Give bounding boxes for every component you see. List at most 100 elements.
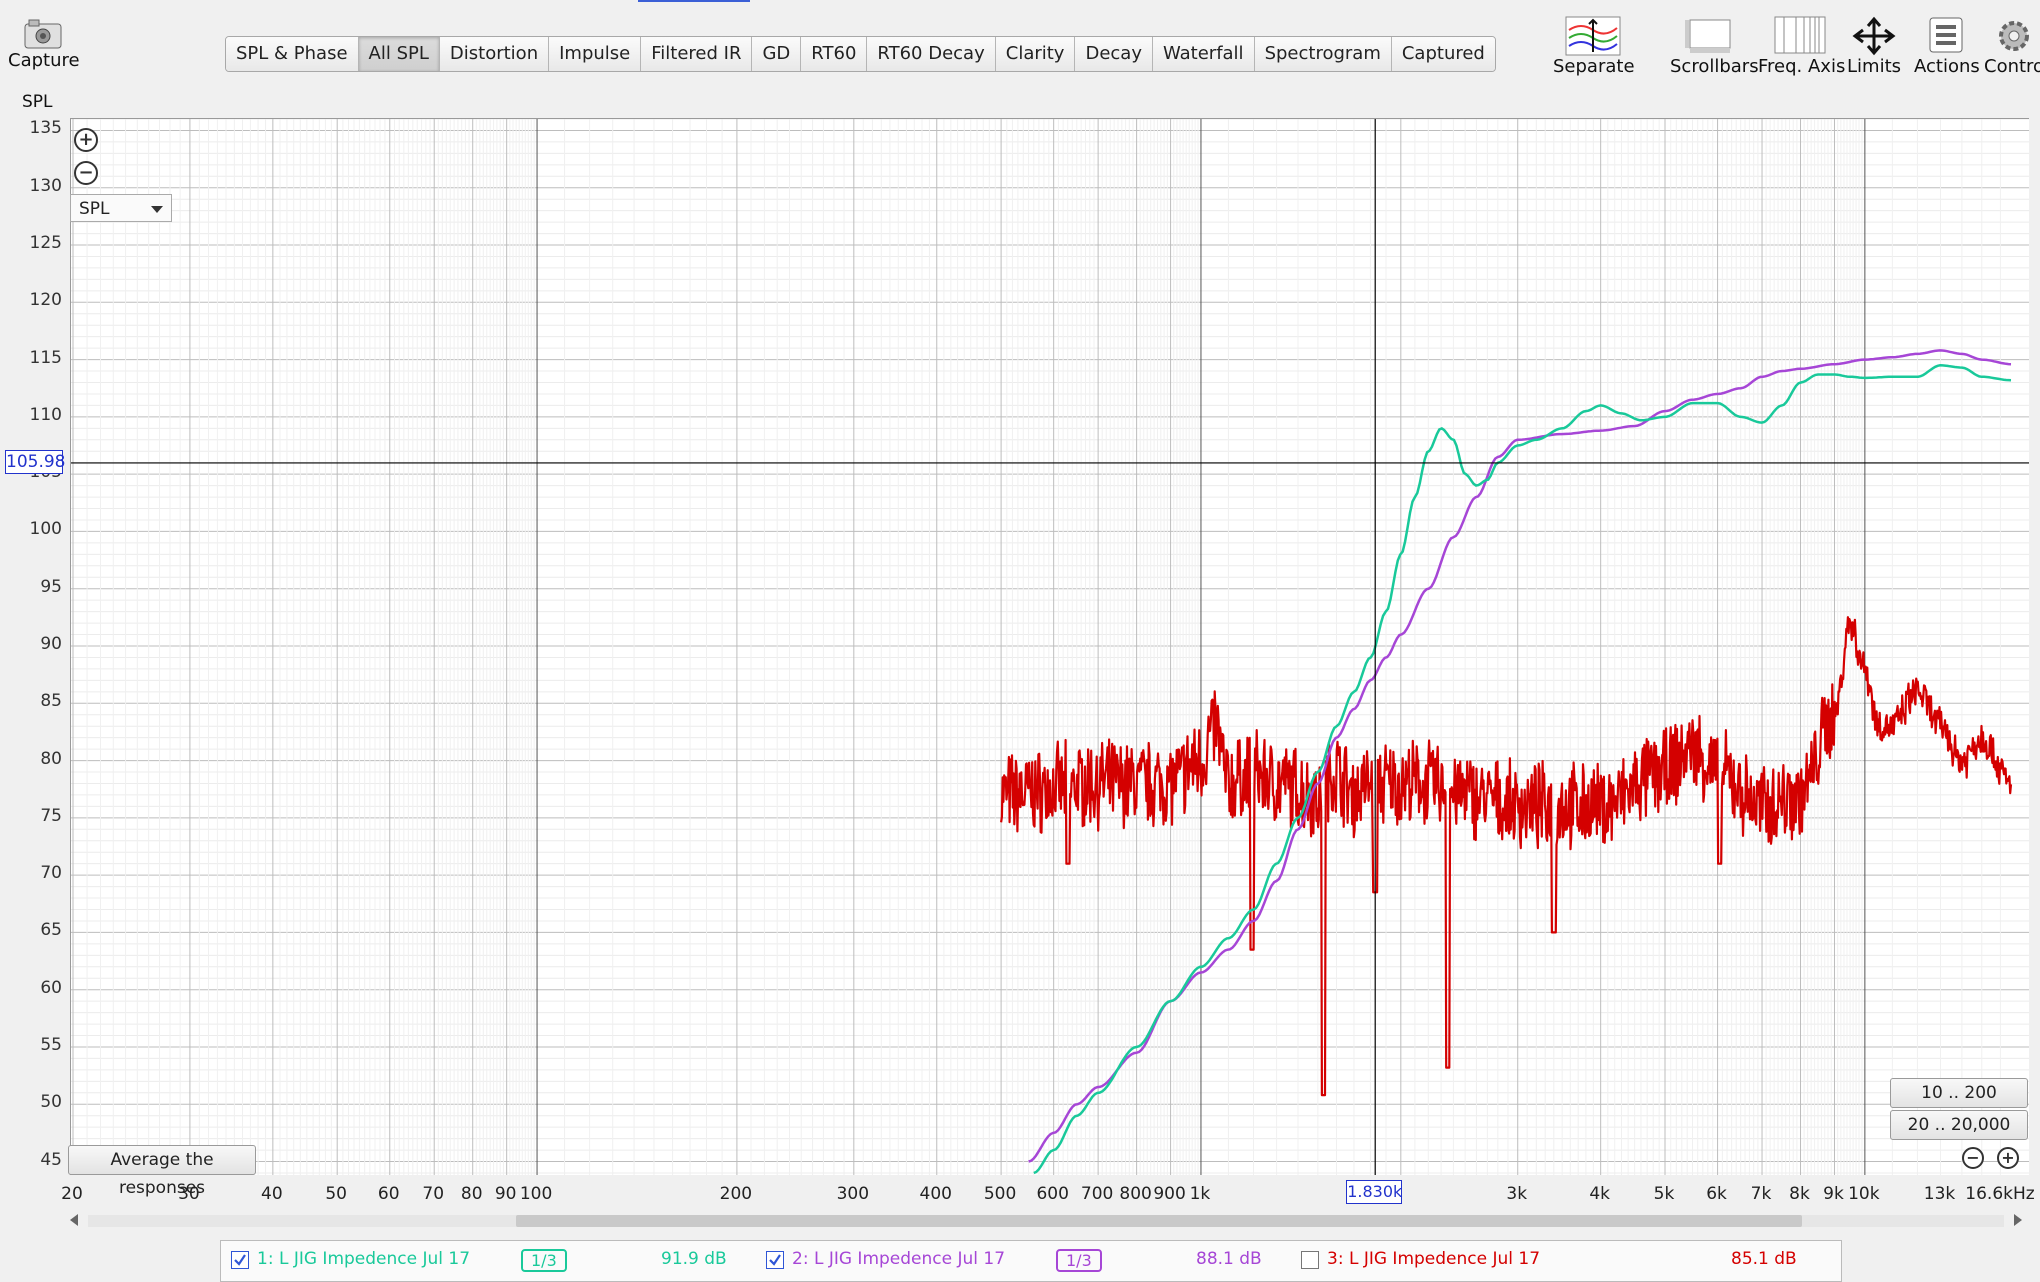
range-20-20000-button[interactable]: 20 .. 20,000 <box>1890 1110 2028 1140</box>
freq-axis-icon <box>1774 16 1826 56</box>
y-tick-label: 95 <box>40 576 62 597</box>
measurement-legend: 1: L JIG Impedence Jul 17 1/3 91.9 dB 2: L … <box>220 1240 1842 1282</box>
legend-label-1[interactable]: 1: L JIG Impedence Jul 17 <box>257 1249 470 1269</box>
x-tick-label: 7k <box>1750 1184 1772 1204</box>
tab-gd[interactable]: GD <box>752 37 802 71</box>
tab-waterfall[interactable]: Waterfall <box>1152 37 1255 71</box>
x-tick-label: 10k <box>1848 1184 1880 1204</box>
scroll-right-icon[interactable] <box>2014 1214 2022 1226</box>
spl-graph[interactable] <box>70 118 2029 1175</box>
actions-button[interactable]: Actions <box>1914 16 1980 77</box>
y-tick-label: 90 <box>40 634 62 654</box>
horizontal-scrollbar[interactable] <box>64 1210 2028 1232</box>
freq-axis-button[interactable]: Freq. Axis <box>1758 16 1846 77</box>
legend-smoothing-2[interactable]: 1/3 <box>1056 1249 1102 1272</box>
legend-label-3[interactable]: 3: L JIG Impedence Jul 17 <box>1327 1249 1540 1269</box>
x-tick-label: 100 <box>519 1184 553 1204</box>
limits-button[interactable]: Limits <box>1844 16 1904 77</box>
legend-level-1: 91.9 dB <box>661 1249 727 1269</box>
graph-type-select[interactable]: SPL <box>70 194 172 222</box>
y-tick-label: 80 <box>40 748 62 769</box>
freq-axis-label: Freq. Axis <box>1758 56 1846 77</box>
y-tick-label: 50 <box>40 1092 62 1113</box>
x-tick-label: 900 <box>1153 1184 1186 1204</box>
legend-checkbox-1[interactable] <box>231 1251 249 1269</box>
x-zoom-in-icon[interactable]: + <box>1997 1147 2019 1169</box>
y-axis-title: SPL <box>22 92 53 112</box>
separate-icon <box>1565 16 1621 56</box>
capture-label: Capture <box>8 50 80 71</box>
y-tick-label: 100 <box>29 519 62 540</box>
x-zoom-out-icon[interactable]: − <box>1962 1147 1984 1169</box>
y-tick-label: 120 <box>29 290 62 311</box>
cursor-y-readout: 105.98 <box>5 449 66 474</box>
x-tick-label: 3k <box>1506 1184 1528 1204</box>
chevron-down-icon <box>151 206 163 213</box>
legend-checkbox-2[interactable] <box>766 1251 784 1269</box>
legend-smoothing-1[interactable]: 1/3 <box>521 1249 567 1272</box>
controls-button[interactable]: Contro <box>1984 16 2040 77</box>
zoom-in-icon[interactable]: + <box>74 128 98 152</box>
x-tick-label: 200 <box>719 1184 753 1204</box>
y-tick-label: 130 <box>29 175 62 196</box>
separate-button[interactable]: Separate <box>1553 16 1635 77</box>
tab-spectrogram[interactable]: Spectrogram <box>1254 37 1392 71</box>
spl-chart[interactable] <box>71 119 2029 1175</box>
x-tick-label: 13k <box>1923 1184 1956 1204</box>
legend-level-3: 85.1 dB <box>1731 1249 1797 1269</box>
y-tick-label: 110 <box>29 404 62 425</box>
y-tick-label: 70 <box>40 863 62 884</box>
y-tick-label: 65 <box>40 920 62 941</box>
graph-tabs: SPL & Phase All SPL Distortion Impulse Filte… <box>225 36 1496 72</box>
scrollbars-button[interactable]: Scrollbars <box>1670 16 1759 77</box>
graph-type-value: SPL <box>79 199 110 219</box>
x-tick-label: 5k <box>1653 1184 1675 1204</box>
range-10-200-button[interactable]: 10 .. 200 <box>1890 1078 2028 1108</box>
scrollbars-icon <box>1682 16 1738 56</box>
x-tick-label: 800 <box>1119 1184 1152 1204</box>
y-tick-label: 75 <box>40 805 62 826</box>
tab-decay[interactable]: Decay <box>1075 37 1153 71</box>
y-tick-label: 60 <box>40 977 62 998</box>
y-tick-label: 85 <box>40 691 62 712</box>
tab-rt60-decay[interactable]: RT60 Decay <box>867 37 996 71</box>
header-link-underline[interactable] <box>638 0 750 2</box>
tab-rt60[interactable]: RT60 <box>801 37 868 71</box>
legend-checkbox-3[interactable] <box>1301 1251 1319 1269</box>
x-tick-label: 300 <box>836 1184 870 1204</box>
x-tick-label: 700 <box>1080 1184 1114 1204</box>
actions-label: Actions <box>1914 56 1980 77</box>
x-tick-label: 9k <box>1823 1184 1844 1204</box>
average-responses-button[interactable]: Average the responses <box>68 1145 256 1198</box>
gear-icon <box>1994 16 2034 56</box>
tab-captured[interactable]: Captured <box>1391 37 1495 71</box>
tab-impulse[interactable]: Impulse <box>549 37 642 71</box>
y-tick-label: 125 <box>29 233 62 254</box>
x-tick-label: 400 <box>919 1184 952 1204</box>
x-tick-label: 40 <box>261 1184 283 1204</box>
tab-distortion[interactable]: Distortion <box>439 37 550 71</box>
legend-label-2[interactable]: 2: L JIG Impedence Jul 17 <box>792 1249 1005 1269</box>
capture-button[interactable]: Capture <box>8 16 80 71</box>
limits-label: Limits <box>1847 56 1901 77</box>
scroll-left-icon[interactable] <box>70 1214 78 1226</box>
cursor-x-readout: 1.830k <box>1346 1180 1402 1204</box>
x-tick-label: 8k <box>1789 1184 1810 1204</box>
tab-filtered-ir[interactable]: Filtered IR <box>641 37 753 71</box>
zoom-out-icon[interactable]: − <box>74 161 98 185</box>
separate-label: Separate <box>1553 56 1635 77</box>
legend-level-2: 88.1 dB <box>1196 1249 1262 1269</box>
actions-menu-icon <box>1928 16 1964 56</box>
x-tick-label: 500 <box>983 1184 1017 1204</box>
y-tick-label: 45 <box>40 1149 62 1170</box>
x-tick-label: 70 <box>422 1184 445 1204</box>
controls-label: Contro <box>1984 56 2040 77</box>
toolbar: Capture SPL & Phase All SPL Distortion Impu… <box>0 0 2040 118</box>
y-tick-label: 135 <box>29 118 62 139</box>
x-tick-label: 60 <box>377 1184 400 1204</box>
x-tick-label: 20 <box>61 1184 83 1204</box>
scroll-thumb[interactable] <box>516 1215 1802 1227</box>
tab-spl-phase[interactable]: SPL & Phase <box>226 37 359 71</box>
tab-all-spl[interactable]: All SPL <box>358 37 440 71</box>
tab-clarity[interactable]: Clarity <box>995 37 1076 71</box>
